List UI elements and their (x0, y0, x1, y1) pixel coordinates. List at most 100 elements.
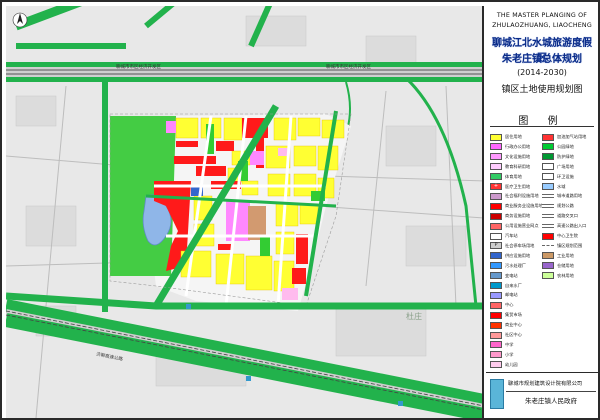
legend-swatch-icon (542, 252, 554, 260)
legend-label: 镇区规划范围 (557, 242, 583, 248)
legend-label: 邮电站 (505, 292, 518, 298)
plan-years: (2014-2030) (517, 68, 567, 77)
legend-item: 变电站 (490, 271, 518, 281)
legend-label: 供应设施用地 (505, 252, 531, 258)
legend-swatch-icon (542, 194, 554, 199)
title-english-line1: THE MASTER PLANGING OF (496, 12, 588, 19)
legend-item: 体育用地 (490, 172, 522, 182)
legend-swatch-icon (490, 321, 502, 329)
legend-item: 农林用地 (542, 271, 574, 281)
legend-item: 中心 (490, 300, 513, 310)
legend-item: 防护绿地 (542, 152, 574, 162)
legend-heading: 图 例 (518, 116, 566, 127)
legend-item: 道路交叉口 (542, 211, 578, 221)
legend-label: 水域 (557, 183, 566, 189)
legend-item: 幼儿园 (490, 360, 518, 370)
legend-label: 行政办公用地 (505, 143, 531, 149)
legend-item: 集贸市场 (490, 310, 522, 320)
legend-label: 社区中心 (505, 332, 522, 337)
legend-swatch-icon (490, 133, 502, 141)
map-canvas (6, 6, 482, 418)
map-frame: 聊城市市区经济开发区 聊城市市区经济开发区 杜庄 济聊高速公路 THE MAST… (0, 0, 600, 420)
legend-swatch-icon (490, 351, 502, 359)
place-label-duzhuang: 杜庄 (406, 312, 422, 321)
legend-label: 汽车站 (505, 233, 518, 238)
legend-swatch-icon (490, 341, 502, 349)
legend-swatch-icon (542, 163, 554, 171)
legend-label: 体育用地 (505, 173, 522, 179)
legend-item: 商业服务业设施用地 (490, 201, 543, 211)
legend-label: 文化设施用地 (505, 153, 531, 159)
credits-block: 聊城市规划建筑设计院有限公司 朱老庄镇人民政府 (486, 372, 598, 416)
legend-item: 居住用地 (490, 132, 522, 142)
legend-item: 公园绿地 (542, 142, 574, 152)
legend-item: 仓储用地 (542, 261, 574, 271)
legend-label: 公用设施营业网点 (505, 223, 539, 229)
legend-item: 规划公路 (542, 201, 574, 211)
designer-logo-icon (490, 379, 504, 409)
legend-swatch-icon (490, 252, 502, 260)
legend-swatch-icon (490, 222, 502, 230)
legend-label: 中心卫生院 (557, 233, 578, 238)
legend-swatch-icon (490, 163, 502, 171)
legend-label: 社会停车场用地 (505, 242, 535, 248)
legend-swatch-icon (542, 183, 554, 190)
legend-item: 城市道路用地 (542, 191, 582, 201)
legend-swatch-icon (542, 224, 554, 229)
legend-swatch-icon (490, 291, 502, 299)
legend-label: 变电站 (505, 272, 518, 278)
legend-label: 仓储用地 (557, 262, 574, 268)
legend-swatch-icon (490, 202, 502, 210)
legend-swatch-icon (542, 143, 554, 151)
legend-item: 商务设施用地 (490, 211, 530, 221)
legend-label: 高速公路出入口 (557, 223, 587, 229)
legend-label: 自来水厂 (505, 282, 522, 288)
legend-swatch-icon (490, 232, 502, 240)
legend-label: 公园绿地 (557, 143, 574, 149)
legend-label: 中学 (505, 341, 514, 347)
legend-item: 供应设施用地 (490, 251, 530, 261)
legend-label: 广场用地 (557, 163, 574, 169)
legend-label: 商业服务业设施用地 (505, 203, 543, 209)
legend-label: 污水处理厂 (505, 262, 526, 268)
legend-swatch-icon (490, 361, 502, 369)
legend-swatch-icon (490, 192, 502, 200)
legend-item: 公用设施营业网点 (490, 221, 539, 231)
legend-item: P 社会停车场用地 (490, 241, 534, 251)
legend-label: 幼儿园 (505, 361, 518, 367)
legend-swatch-icon (542, 153, 554, 161)
client-name: 朱老庄镇人民政府 (525, 397, 577, 405)
legend-item: 加油加气站用地 (542, 132, 586, 142)
legend-label: 社会福利设施用地 (505, 193, 539, 199)
legend-item: 广场用地 (542, 162, 574, 172)
rail-label-north: 聊城市市区经济开发区 (116, 65, 161, 70)
legend-label: 防护绿地 (557, 153, 574, 159)
legend-label: 小学 (505, 351, 514, 357)
legend-item: 文化设施用地 (490, 152, 530, 162)
legend-swatch-icon (542, 133, 554, 141)
legend-item: 社会福利设施用地 (490, 191, 539, 201)
legend-swatch-icon (490, 153, 502, 161)
legend-item: 环卫设施 (542, 172, 574, 182)
legend-label: 居住用地 (505, 134, 522, 139)
legend-item: 自来水厂 (490, 281, 522, 291)
legend-swatch-icon (542, 214, 554, 219)
legend-swatch-icon (490, 272, 502, 280)
legend-label: 工业用地 (557, 252, 574, 258)
legend-item: + 医疗卫生用地 (490, 182, 530, 192)
legend-swatch-icon: P (490, 242, 502, 250)
title-english-line2: ZHULAOZHUANG, LIAOCHENG (492, 22, 592, 29)
title-chinese-line2: 朱老庄镇总体规划 (502, 54, 582, 65)
legend-item: 水域 (542, 182, 565, 192)
credits-divider (506, 391, 596, 392)
legend-swatch-icon (490, 301, 502, 309)
legend-item: 小学 (490, 350, 513, 360)
legend-label: 商务设施用地 (505, 213, 531, 219)
map-subtitle: 镇区土地使用规划图 (501, 85, 583, 95)
designer-name: 聊城市规划建筑设计院有限公司 (508, 381, 583, 387)
land-use-map[interactable]: 聊城市市区经济开发区 聊城市市区经济开发区 杜庄 济聊高速公路 (6, 6, 484, 418)
legend-label: 中心 (505, 302, 514, 308)
title-legend-panel: THE MASTER PLANGING OF ZHULAOZHUANG, LIA… (486, 6, 598, 418)
legend-item: 高速公路出入口 (542, 221, 586, 231)
legend-item: 邮电站 (490, 290, 518, 300)
